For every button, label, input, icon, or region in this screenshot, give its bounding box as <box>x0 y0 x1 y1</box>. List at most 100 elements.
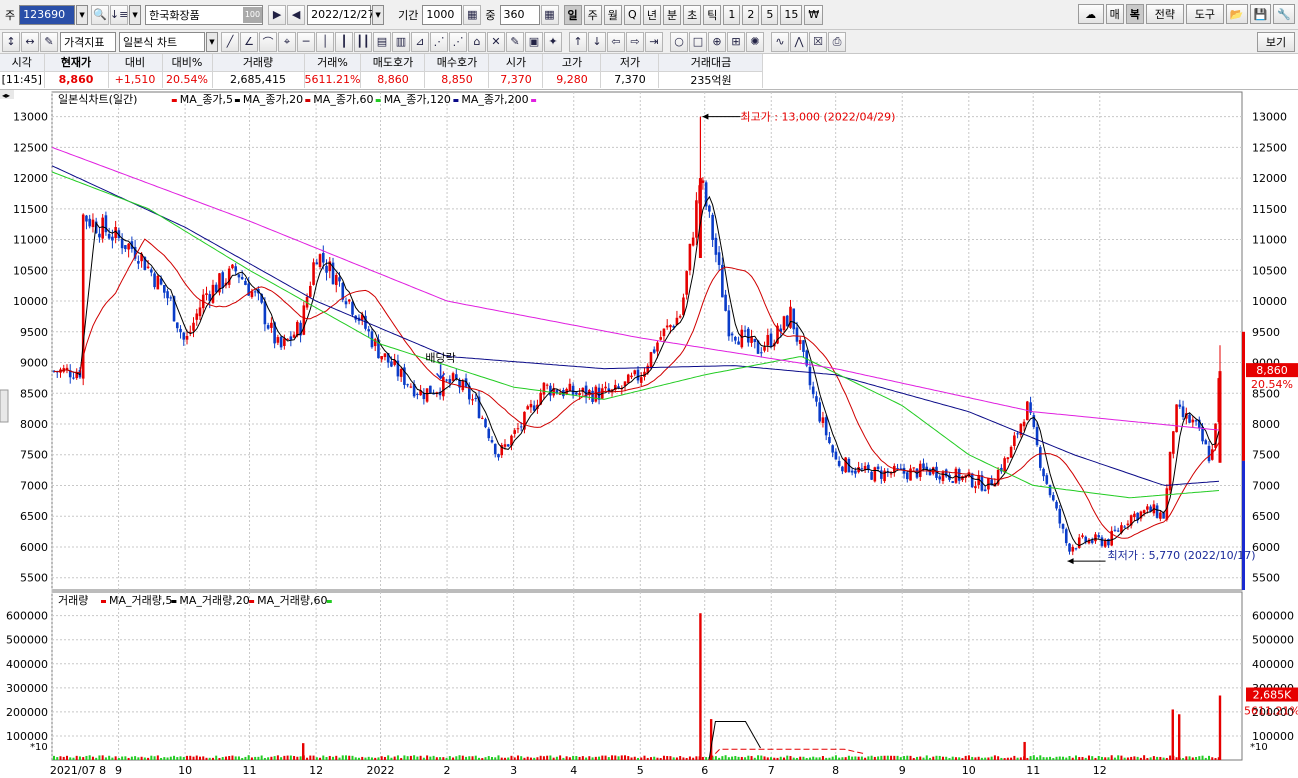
price-legend-swatch <box>234 99 240 102</box>
draw-tool-11-icon[interactable]: ⋰ <box>430 31 448 52</box>
price-chart[interactable]: ◂▸ 2021/07 8 9 10 11 12 2022 2 3 4 5 6 7 8 9 10 11 12 5500… <box>0 90 1298 778</box>
period-button-4[interactable]: 년 <box>642 4 661 25</box>
x-tick-label: 12 <box>1093 764 1107 777</box>
period-button-11[interactable]: 15 <box>780 4 803 25</box>
draw-tool-7-icon[interactable]: ┃┃ <box>354 31 372 52</box>
period-input[interactable]: 1000 <box>422 4 463 25</box>
candle-body <box>1146 506 1149 510</box>
draw-tool-30-icon[interactable]: ☒ <box>809 31 827 52</box>
draw-tool-6-icon[interactable]: ┃ <box>335 31 353 52</box>
draw-tool-10-icon[interactable]: ⊿ <box>411 31 429 52</box>
volume-bar <box>899 757 902 760</box>
draw-tool-31-icon[interactable]: ⎙ <box>828 31 846 52</box>
period-button-2[interactable]: 월 <box>603 4 622 25</box>
candle-body <box>1035 427 1039 446</box>
draw-tool-25-icon[interactable]: ⊕ <box>708 31 726 52</box>
right-button-tools[interactable]: 도구 <box>1185 4 1224 24</box>
volume-legend-item: MA_거래량,5 <box>109 594 172 607</box>
count-input[interactable]: 360 <box>499 4 540 25</box>
price-legend-item: MA_종가,120 <box>384 93 451 106</box>
right-button-multi[interactable]: 복 <box>1125 4 1144 24</box>
calendar-dropdown-icon[interactable]: ▼ <box>372 4 385 25</box>
save-icon[interactable]: 💾 <box>1249 4 1272 24</box>
draw-tool-17-icon[interactable]: ✦ <box>544 31 562 52</box>
draw-tool-2-icon[interactable]: ⌒ <box>259 31 277 52</box>
draw-tool-21-icon[interactable]: ⇨ <box>626 31 644 52</box>
volume-bar <box>1204 757 1207 760</box>
chart-type-dropdown-icon[interactable]: ▼ <box>206 31 218 52</box>
draw-tool-1-icon[interactable]: ∠ <box>240 31 258 52</box>
volume-bar <box>182 757 185 760</box>
grid-icon-2[interactable]: ▦ <box>540 4 559 25</box>
period-button-7[interactable]: 틱 <box>703 4 722 25</box>
volume-bar <box>247 755 250 760</box>
candle-body <box>98 233 101 238</box>
period-button-6[interactable]: 초 <box>683 4 702 25</box>
cloud-icon[interactable]: ☁ <box>1077 4 1104 24</box>
wrench-icon[interactable]: 🔧 <box>1273 4 1295 24</box>
draw-tool-24-icon[interactable]: □ <box>689 31 707 52</box>
search-icon[interactable]: 🔍 <box>91 4 110 25</box>
stock-code-input[interactable]: 123690 <box>19 4 76 25</box>
draw-tool-19-icon[interactable]: ↓ <box>588 31 606 52</box>
candle-body <box>1068 543 1071 552</box>
volume-panel-frame <box>51 591 1243 761</box>
chart-type-select[interactable]: 일본식 차트 <box>119 31 205 52</box>
draw-tool-28-icon[interactable]: ∿ <box>771 31 789 52</box>
draw-tool-20-icon[interactable]: ⇦ <box>607 31 625 52</box>
folder-open-icon[interactable]: 📂 <box>1225 4 1248 24</box>
draw-tool-15-icon[interactable]: ✎ <box>506 31 524 52</box>
volume-bar <box>351 755 354 760</box>
volume-bar <box>1113 757 1116 760</box>
indicator-select[interactable]: 가격지표 <box>60 31 116 52</box>
draw-tool-8-icon[interactable]: ▤ <box>373 31 391 52</box>
period-button-10[interactable]: 5 <box>761 4 779 25</box>
draw-tool-22-icon[interactable]: ⇥ <box>645 31 663 52</box>
volume-bar <box>578 756 581 760</box>
draw-tool-4-icon[interactable]: ─ <box>297 31 315 52</box>
period-button-12[interactable]: ₩ <box>804 4 824 25</box>
view-button[interactable]: 보기 <box>1257 32 1295 52</box>
price-tick-left: 11000 <box>13 234 48 247</box>
volume-bar <box>137 757 140 760</box>
settings-icon[interactable]: ✎ <box>40 31 58 52</box>
period-button-1[interactable]: 주 <box>583 4 602 25</box>
draw-tool-0-icon[interactable]: ╱ <box>221 31 239 52</box>
right-button-strategy[interactable]: 전략 <box>1145 4 1184 24</box>
arrow-updown-icon[interactable]: ↕ <box>2 31 20 52</box>
volume-bar <box>104 757 107 760</box>
volume-bar <box>958 757 961 760</box>
grid-icon[interactable]: ▦ <box>463 4 482 25</box>
period-button-5[interactable]: 분 <box>663 4 682 25</box>
arrow-leftright-icon[interactable]: ↔ <box>21 31 39 52</box>
code-dropdown-icon[interactable]: ▼ <box>76 4 89 25</box>
sort-icon[interactable]: ↓≡ <box>110 4 128 25</box>
period-button-3[interactable]: Q <box>623 4 641 25</box>
draw-tool-13-icon[interactable]: ⌂ <box>468 31 486 52</box>
draw-tool-16-icon[interactable]: ▣ <box>525 31 543 52</box>
draw-tool-29-icon[interactable]: ⋀ <box>790 31 808 52</box>
draw-tool-14-icon[interactable]: ✕ <box>487 31 505 52</box>
draw-tool-27-icon[interactable]: ✺ <box>746 31 764 52</box>
volume-tick-right: 600000 <box>1252 610 1294 623</box>
draw-tool-3-icon[interactable]: ⌖ <box>278 31 296 52</box>
volume-bar <box>520 756 523 760</box>
draw-tool-12-icon[interactable]: ⋰ <box>449 31 467 52</box>
volume-bar <box>854 756 857 760</box>
period-button-0[interactable]: 일 <box>563 4 582 25</box>
draw-tool-5-icon[interactable]: │ <box>316 31 334 52</box>
candle-body <box>951 481 955 483</box>
period-button-8[interactable]: 1 <box>723 4 741 25</box>
volume-bar <box>941 756 944 760</box>
draw-tool-18-icon[interactable]: ↑ <box>569 31 587 52</box>
draw-tool-9-icon[interactable]: ▥ <box>392 31 410 52</box>
play-forward-icon[interactable]: ▶ <box>268 4 287 25</box>
right-button-buy[interactable]: 매 <box>1105 4 1124 24</box>
play-back-icon[interactable]: ◀ <box>287 4 306 25</box>
stock-name-field[interactable]: 한국화장품 100 <box>145 4 264 25</box>
period-button-9[interactable]: 2 <box>742 4 760 25</box>
date-input[interactable]: 2022/12/27 <box>307 4 375 25</box>
draw-tool-23-icon[interactable]: ○ <box>670 31 688 52</box>
draw-tool-26-icon[interactable]: ⊞ <box>727 31 745 52</box>
sort-dropdown-icon[interactable]: ▼ <box>129 4 142 25</box>
